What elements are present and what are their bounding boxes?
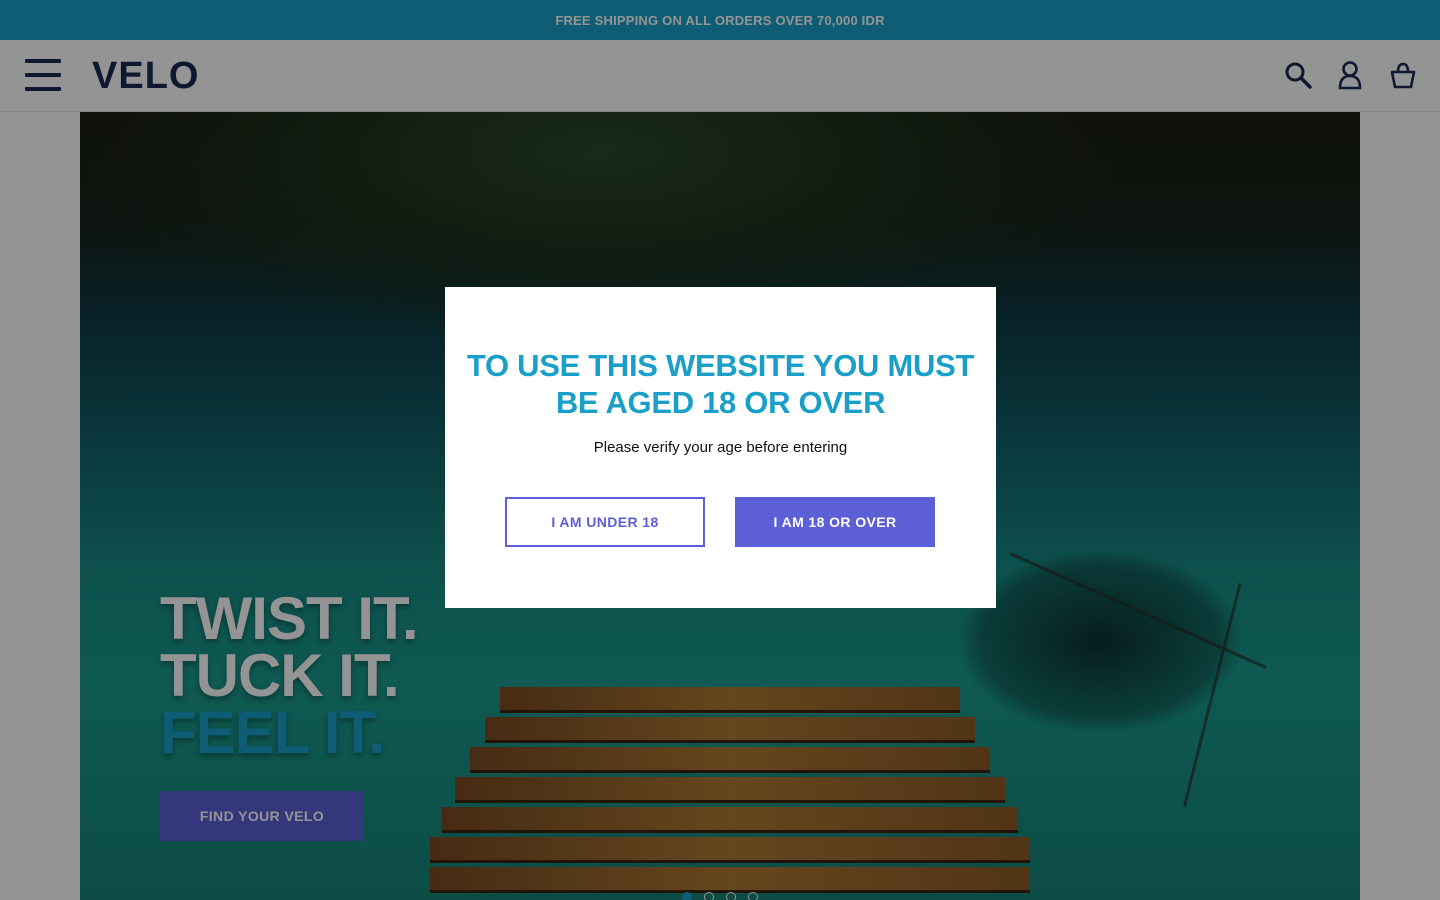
modal-subtitle: Please verify your age before entering xyxy=(593,439,848,456)
under-18-button[interactable]: I AM UNDER 18 xyxy=(505,497,705,547)
modal-title: TO USE THIS WEBSITE YOU MUST BE AGED 18 … xyxy=(466,348,975,420)
over-18-button[interactable]: I AM 18 OR OVER xyxy=(735,497,935,547)
age-verification-modal: TO USE THIS WEBSITE YOU MUST BE AGED 18 … xyxy=(445,287,996,608)
